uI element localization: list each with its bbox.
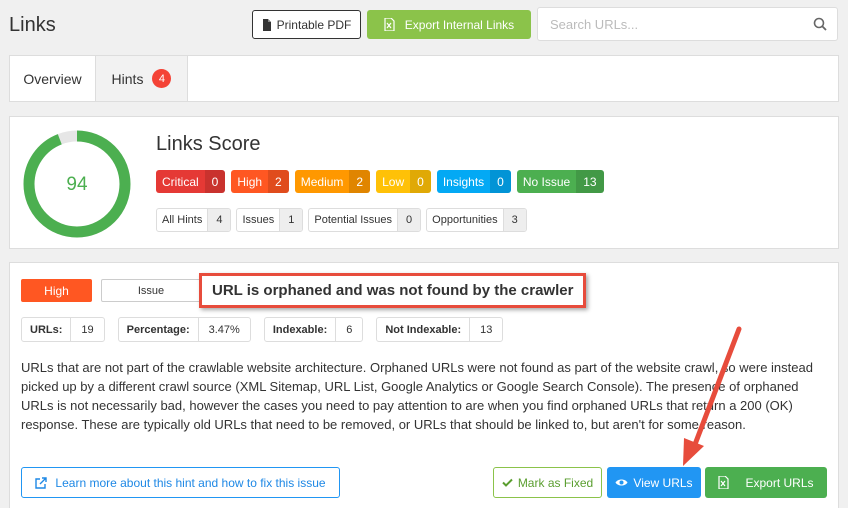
filter-opportunities[interactable]: Opportunities 3 [426,208,527,232]
filter-count: 4 [207,209,231,231]
severity-label: No Issue [522,174,571,189]
severity-count: 2 [349,170,371,193]
filter-count: 1 [279,209,303,231]
severity-label: High [237,174,263,189]
stat-label: Indexable: [272,323,328,336]
check-icon [502,478,513,487]
severity-label: Low [382,174,405,189]
stat-value: 13 [469,318,502,341]
hint-type-badge: Issue [101,279,201,302]
severity-label: Insights [442,174,485,189]
hints-count-badge: 4 [152,69,172,88]
hint-title: URL is orphaned and was not found by the… [199,273,587,308]
severity-list: Critical 0 High 2 Medium 2 Low 0 Insights 0 N… [156,170,604,193]
filter-label: Opportunities [432,214,498,226]
score-panel: 94 Links Score Critical 0 High 2 Medium 2 L… [9,116,839,249]
export-internal-links-button[interactable]: Export Internal Links [367,10,531,39]
view-urls-button[interactable]: View URLs [607,467,701,498]
filter-count: 3 [502,209,526,231]
mark-as-fixed-button[interactable]: Mark as Fixed [493,467,602,498]
severity-low[interactable]: Low 0 [376,170,431,193]
filter-potential-issues[interactable]: Potential Issues 0 [308,208,422,232]
filter-label: Potential Issues [314,214,393,226]
score-value: 94 [66,173,88,195]
severity-no-issue[interactable]: No Issue 13 [516,170,604,193]
stat-indexable: Indexable: 6 [263,317,364,342]
stat-label: URLs: [30,323,63,336]
page-title: Links [9,14,56,36]
filter-count: 0 [397,209,421,231]
stat-label: Percentage: [126,323,190,336]
stat-value: 6 [335,318,362,341]
mark-as-fixed-label: Mark as Fixed [517,475,594,490]
score-title: Links Score [156,133,261,155]
external-link-icon [35,476,48,489]
severity-critical[interactable]: Critical 0 [156,170,226,193]
stat-not-indexable: Not Indexable: 13 [376,317,504,342]
filter-issues[interactable]: Issues 1 [236,208,304,232]
filter-label: Issues [242,214,275,226]
severity-count: 2 [268,170,289,193]
search-icon[interactable] [813,17,827,31]
severity-count: 0 [410,170,431,193]
severity-count: 0 [490,170,511,193]
stat-value: 3.47% [197,318,250,341]
stat-urls: URLs: 19 [21,317,105,342]
severity-medium[interactable]: Medium 2 [294,170,371,193]
export-internal-links-label: Export Internal Links [404,17,515,32]
severity-count: 0 [204,170,226,193]
printable-pdf-button[interactable]: Printable PDF [252,10,361,39]
excel-file-icon [384,18,395,31]
learn-more-label: Learn more about this hint and how to fi… [55,475,326,490]
view-urls-label: View URLs [633,475,693,490]
search-input[interactable] [538,8,798,40]
stat-label: Not Indexable: [385,323,462,336]
printable-pdf-label: Printable PDF [276,17,352,32]
file-icon [262,18,271,31]
stat-value: 19 [70,318,103,341]
hint-panel: High Issue URL is orphaned and was not f… [9,262,839,508]
learn-more-link[interactable]: Learn more about this hint and how to fi… [21,467,340,498]
filter-label: All Hints [162,214,203,226]
tab-bar: Overview Hints 4 [9,55,839,102]
hint-stats: URLs: 19 Percentage: 3.47% Indexable: 6 Not… [21,317,504,342]
eye-icon [615,479,628,486]
hint-description: URLs that are not part of the crawlable … [21,360,813,432]
export-urls-label: Export URLs [745,475,814,490]
tab-overview-label: Overview [23,70,82,87]
hint-filter-list: All Hints 4 Issues 1 Potential Issues 0 Opp… [156,208,527,232]
priority-badge: High [21,279,92,302]
severity-label: Critical [162,174,199,189]
stat-percentage: Percentage: 3.47% [117,317,251,342]
tab-overview[interactable]: Overview [10,56,96,101]
severity-high[interactable]: High 2 [231,170,289,193]
search-box [537,7,838,41]
severity-label: Medium [300,174,344,189]
excel-file-icon [718,476,730,489]
severity-count: 13 [576,170,604,193]
tab-hints[interactable]: Hints 4 [96,56,188,101]
tab-hints-label: Hints [111,70,144,87]
severity-insights[interactable]: Insights 0 [436,170,511,193]
filter-all-hints[interactable]: All Hints 4 [156,208,232,232]
export-urls-button[interactable]: Export URLs [705,467,827,498]
